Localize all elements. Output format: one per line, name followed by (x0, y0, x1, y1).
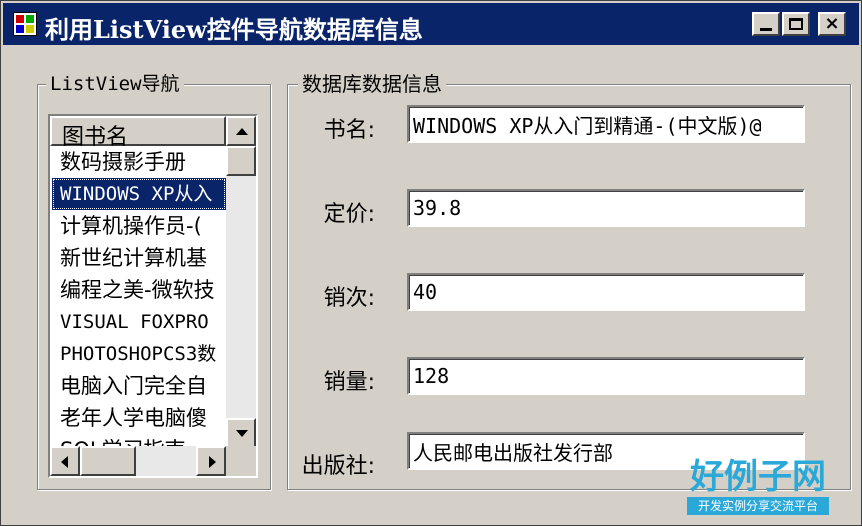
edition-field[interactable] (407, 273, 805, 311)
list-item[interactable]: 电脑入门完全自 (52, 370, 226, 402)
list-item-selected[interactable]: WINDOWS XP从入 (52, 178, 226, 210)
vertical-scrollbar[interactable] (226, 116, 256, 448)
title-bar[interactable]: 利用ListView控件导航数据库信息 × (3, 3, 859, 45)
price-field[interactable] (407, 189, 805, 227)
scroll-right-button[interactable] (196, 446, 226, 476)
app-icon[interactable] (13, 12, 37, 36)
watermark-logo: 好例子网 开发实例分享交流平台 (687, 457, 829, 515)
arrow-up-icon (236, 128, 248, 135)
maximize-button[interactable] (782, 12, 810, 36)
list-item[interactable]: 数码摄影手册 (52, 146, 226, 178)
book-listview[interactable]: 图书名 数码摄影手册 WINDOWS XP从入 计算机操作员-( 新世纪计算机基… (48, 114, 258, 478)
window-title: 利用ListView控件导航数据库信息 (45, 15, 423, 44)
maximize-icon (789, 18, 803, 30)
watermark-sub-text: 开发实例分享交流平台 (687, 497, 829, 515)
database-info-group-title: 数据库数据信息 (298, 71, 446, 97)
scroll-left-button[interactable] (50, 446, 80, 476)
book-name-label: 书名: (323, 118, 375, 143)
main-window: 利用ListView控件导航数据库信息 × ListView导航 图书名 数码摄… (0, 0, 862, 526)
book-name-field[interactable] (407, 105, 805, 143)
list-item[interactable]: 编程之美-微软技 (52, 274, 226, 306)
vertical-scroll-thumb[interactable] (226, 146, 256, 176)
list-item[interactable]: PHOTOSHOPCS3数 (52, 338, 226, 370)
minimize-icon (760, 28, 772, 31)
list-item[interactable]: 计算机操作员-( (52, 210, 226, 242)
column-header-book-name[interactable]: 图书名 (50, 116, 226, 150)
arrow-left-icon (61, 456, 68, 468)
scroll-down-button[interactable] (226, 418, 256, 448)
list-item[interactable]: VISUAL FOXPRO (52, 306, 226, 338)
scrollbar-corner (226, 446, 256, 476)
sales-field[interactable] (407, 357, 805, 395)
horizontal-scrollbar[interactable] (50, 446, 226, 476)
watermark-main-text: 好例子网 (690, 457, 826, 497)
list-item[interactable]: 新世纪计算机基 (52, 242, 226, 274)
close-icon: × (824, 13, 840, 34)
minimize-button[interactable] (752, 12, 780, 36)
arrow-right-icon (209, 456, 216, 468)
close-button[interactable]: × (818, 12, 846, 36)
horizontal-scroll-thumb[interactable] (80, 446, 136, 476)
sales-label: 销量: (323, 370, 375, 395)
scroll-up-button[interactable] (226, 116, 256, 146)
price-label: 定价: (323, 202, 375, 227)
edition-label: 销次: (323, 286, 375, 311)
listview-rows: 数码摄影手册 WINDOWS XP从入 计算机操作员-( 新世纪计算机基 编程之… (50, 146, 226, 448)
arrow-down-icon (236, 430, 248, 437)
list-item[interactable]: 老年人学电脑傻 (52, 402, 226, 434)
listview-group-title: ListView导航 (46, 71, 184, 97)
publisher-label: 出版社: (301, 454, 375, 479)
